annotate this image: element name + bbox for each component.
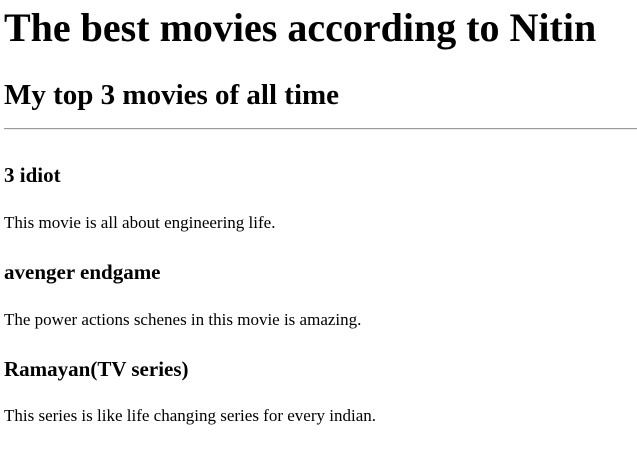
- page-title: The best movies according to Nitin: [4, 5, 597, 50]
- divider: [4, 128, 637, 130]
- movie-description-3: This series is like life changing series…: [4, 406, 376, 425]
- page-subtitle: My top 3 movies of all time: [4, 79, 340, 111]
- movie-title-1: 3 idiot: [4, 163, 61, 187]
- movie-description-2: The power actions schenes in this movie …: [4, 310, 362, 329]
- movie-title-2: avenger endgame: [4, 260, 161, 284]
- movie-title-3: Ramayan(TV series): [4, 357, 189, 381]
- movie-description-1: This movie is all about engineering life…: [4, 213, 276, 232]
